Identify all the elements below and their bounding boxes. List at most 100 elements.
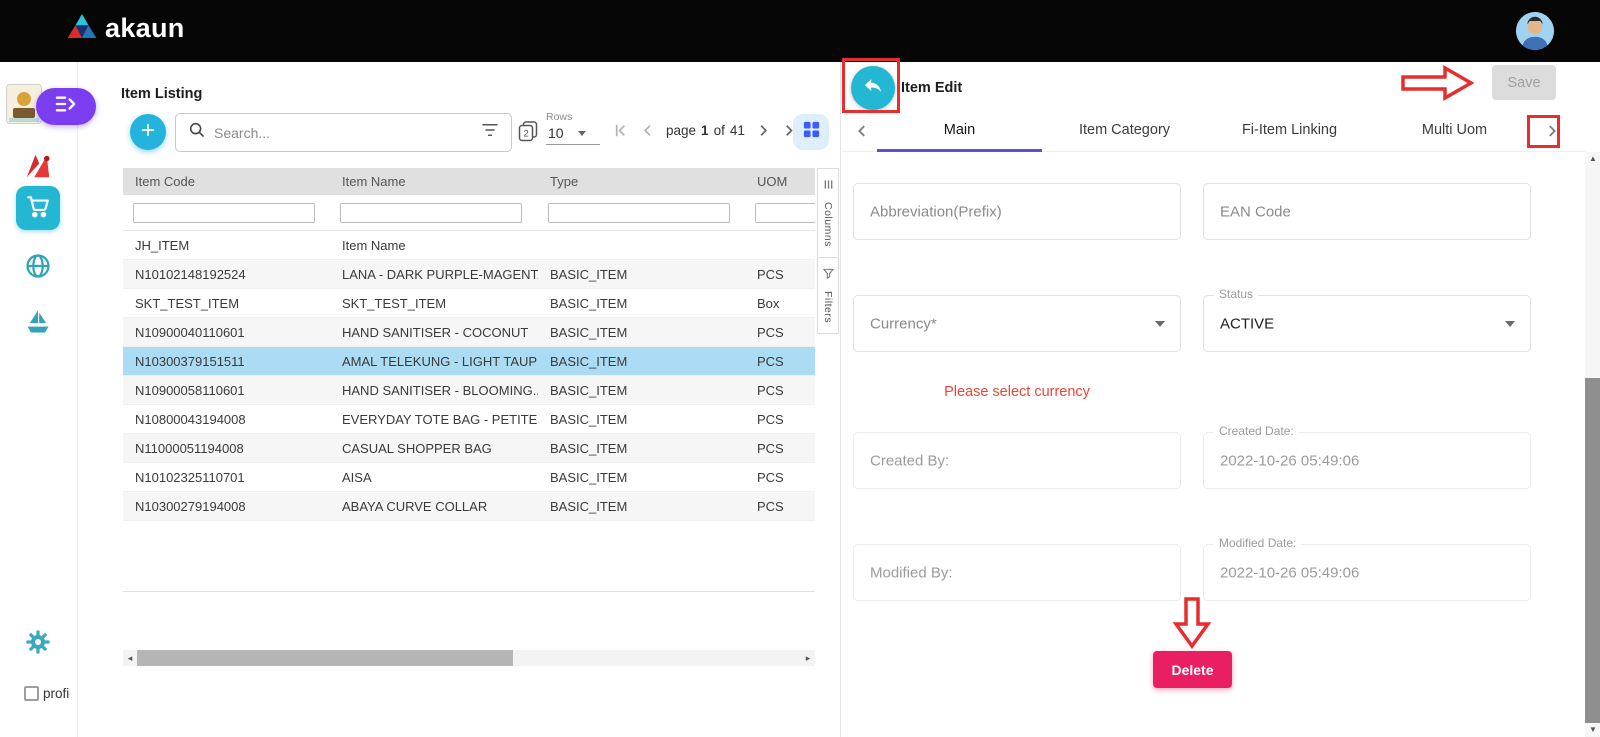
- grid-view-button[interactable]: [793, 114, 829, 150]
- page-indicator: page 1 of 41: [666, 123, 745, 138]
- boat-app-icon[interactable]: [20, 304, 56, 340]
- ean-code-field[interactable]: EAN Code: [1203, 183, 1531, 240]
- filter-input-type[interactable]: [548, 203, 730, 223]
- cart-app-button[interactable]: [16, 186, 60, 230]
- edit-title: Item Edit: [901, 80, 962, 96]
- scroll-down-icon[interactable]: ▼: [1585, 723, 1600, 737]
- modified-date-field: Modified Date: 2022-10-26 05:49:06: [1203, 544, 1531, 601]
- next-page-button[interactable]: [754, 119, 774, 141]
- header-item-code[interactable]: Item Code: [123, 168, 330, 195]
- user-avatar[interactable]: [1516, 12, 1554, 50]
- menu-arrow-icon: [54, 94, 78, 119]
- columns-side-tab[interactable]: Columns: [818, 169, 838, 257]
- status-value: ACTIVE: [1220, 315, 1274, 332]
- tab-main[interactable]: Main: [877, 110, 1042, 152]
- sidebar-expand-button[interactable]: [36, 88, 96, 125]
- table-row[interactable]: N10900040110601 HAND SANITISER - COCONUT…: [123, 318, 815, 347]
- tabs-scroll-left-button[interactable]: [851, 120, 873, 142]
- table-row-selected[interactable]: N10300379151511 AMAL TELEKUNG - LIGHT TA…: [123, 347, 815, 376]
- table-row[interactable]: JH_ITEM Item Name: [123, 231, 815, 260]
- modified-date-value: 2022-10-26 05:49:06: [1220, 564, 1359, 581]
- pagination: page 1 of 41: [610, 119, 801, 141]
- globe-app-icon[interactable]: [20, 248, 56, 284]
- brand-name: akaun: [105, 13, 185, 44]
- created-date-value: 2022-10-26 05:49:06: [1220, 452, 1359, 469]
- previous-page-button[interactable]: [637, 119, 657, 141]
- rows-label: Rows: [546, 111, 600, 123]
- currency-error-text: Please select currency: [853, 384, 1181, 400]
- search-icon: [188, 121, 206, 144]
- table-row[interactable]: N10102325110701 AISA BASIC_ITEM PCS: [123, 463, 815, 492]
- red-app-icon[interactable]: [20, 148, 56, 184]
- currency-select[interactable]: Currency*: [853, 295, 1181, 352]
- save-button[interactable]: Save: [1492, 65, 1556, 100]
- table-row[interactable]: N11000051194008 CASUAL SHOPPER BAG BASIC…: [123, 434, 815, 463]
- settings-gear-icon[interactable]: [20, 624, 56, 660]
- created-by-field: Created By:: [853, 432, 1181, 489]
- profile-label: profi: [43, 686, 69, 701]
- columns-icon: [823, 177, 834, 195]
- funnel-icon: [823, 266, 834, 284]
- items-table: Item Code Item Name Type UOM JH_ITEM Ite…: [123, 168, 815, 592]
- item-edit-panel: Item Edit Save Main Item Category Fi-Ite…: [840, 62, 1600, 737]
- vertical-scrollbar[interactable]: ▲ ▼: [1585, 152, 1600, 737]
- add-item-button[interactable]: +: [130, 114, 166, 150]
- rows-per-page-select[interactable]: Rows 10: [546, 111, 600, 145]
- scroll-left-icon[interactable]: ◂: [123, 653, 137, 664]
- app-sidebar: profi: [0, 62, 78, 737]
- filter-funnel-icon[interactable]: [481, 123, 499, 142]
- table-row[interactable]: N10300279194008 ABAYA CURVE COLLAR BASIC…: [123, 492, 815, 521]
- filters-side-tab[interactable]: Filters: [818, 257, 838, 333]
- search-box: [175, 113, 512, 152]
- delete-button[interactable]: Delete: [1153, 651, 1232, 688]
- chevron-down-icon: [578, 131, 586, 136]
- first-page-button[interactable]: [610, 119, 630, 141]
- table-header-row: Item Code Item Name Type UOM: [123, 168, 815, 195]
- profile-checkbox[interactable]: [24, 686, 39, 701]
- filter-input-item-code[interactable]: [133, 203, 315, 223]
- grid-icon: [802, 120, 821, 144]
- tab-item-category[interactable]: Item Category: [1042, 110, 1207, 152]
- horizontal-scrollbar[interactable]: ◂ ▸: [123, 650, 815, 666]
- table-body: JH_ITEM Item Name N10102148192524 LANA -…: [123, 231, 815, 521]
- header-type[interactable]: Type: [538, 168, 745, 195]
- plus-icon: +: [141, 119, 155, 143]
- header-item-name[interactable]: Item Name: [330, 168, 538, 195]
- scroll-right-icon[interactable]: ▸: [801, 653, 815, 664]
- search-input[interactable]: [214, 125, 473, 141]
- brand-logo[interactable]: akaun: [66, 12, 185, 45]
- table-row[interactable]: N10800043194008 EVERYDAY TOTE BAG - PETI…: [123, 405, 815, 434]
- tab-multi-uom[interactable]: Multi Uom: [1372, 110, 1537, 152]
- vertical-scrollbar-thumb[interactable]: [1585, 378, 1600, 723]
- chevron-down-icon: [1505, 321, 1515, 327]
- rows-per-page-icon[interactable]: 2: [518, 120, 538, 148]
- created-date-field: Created Date: 2022-10-26 05:49:06: [1203, 432, 1531, 489]
- listing-title: Item Listing: [121, 86, 202, 102]
- chevron-down-icon: [1155, 321, 1165, 327]
- horizontal-scrollbar-thumb[interactable]: [137, 650, 513, 666]
- table-row[interactable]: N10102148192524 LANA - DARK PURPLE-MAGEN…: [123, 260, 815, 289]
- back-arrow-icon: [862, 75, 884, 102]
- tab-fi-item-linking[interactable]: Fi-Item Linking: [1207, 110, 1372, 152]
- item-listing-panel: Item Listing + 2 Rows 10 page: [78, 62, 840, 737]
- header-uom[interactable]: UOM: [745, 168, 815, 195]
- scroll-up-icon[interactable]: ▲: [1585, 152, 1600, 166]
- table-row[interactable]: N10900058110601 HAND SANITISER - BLOOMIN…: [123, 376, 815, 405]
- rows-value: 10: [548, 125, 564, 141]
- tabs-scroll-right-button[interactable]: [1541, 120, 1563, 142]
- status-select[interactable]: Status ACTIVE: [1203, 295, 1531, 352]
- top-navbar: akaun: [0, 0, 1600, 62]
- back-button[interactable]: [851, 66, 895, 110]
- modified-by-field: Modified By:: [853, 544, 1181, 601]
- filter-input-uom[interactable]: [755, 203, 815, 223]
- svg-text:2: 2: [524, 129, 529, 140]
- table-filter-row: [123, 195, 815, 231]
- profile-row: profi: [24, 686, 69, 701]
- table-side-strip: Columns Filters: [817, 168, 839, 334]
- edit-tabs-bar: Main Item Category Fi-Item Linking Multi…: [841, 110, 1585, 152]
- abbreviation-prefix-field[interactable]: Abbreviation(Prefix): [853, 183, 1181, 240]
- akaun-logo-icon: [66, 12, 98, 45]
- cart-icon: [25, 193, 51, 224]
- table-row[interactable]: SKT_TEST_ITEM SKT_TEST_ITEM BASIC_ITEM B…: [123, 289, 815, 318]
- filter-input-item-name[interactable]: [340, 203, 522, 223]
